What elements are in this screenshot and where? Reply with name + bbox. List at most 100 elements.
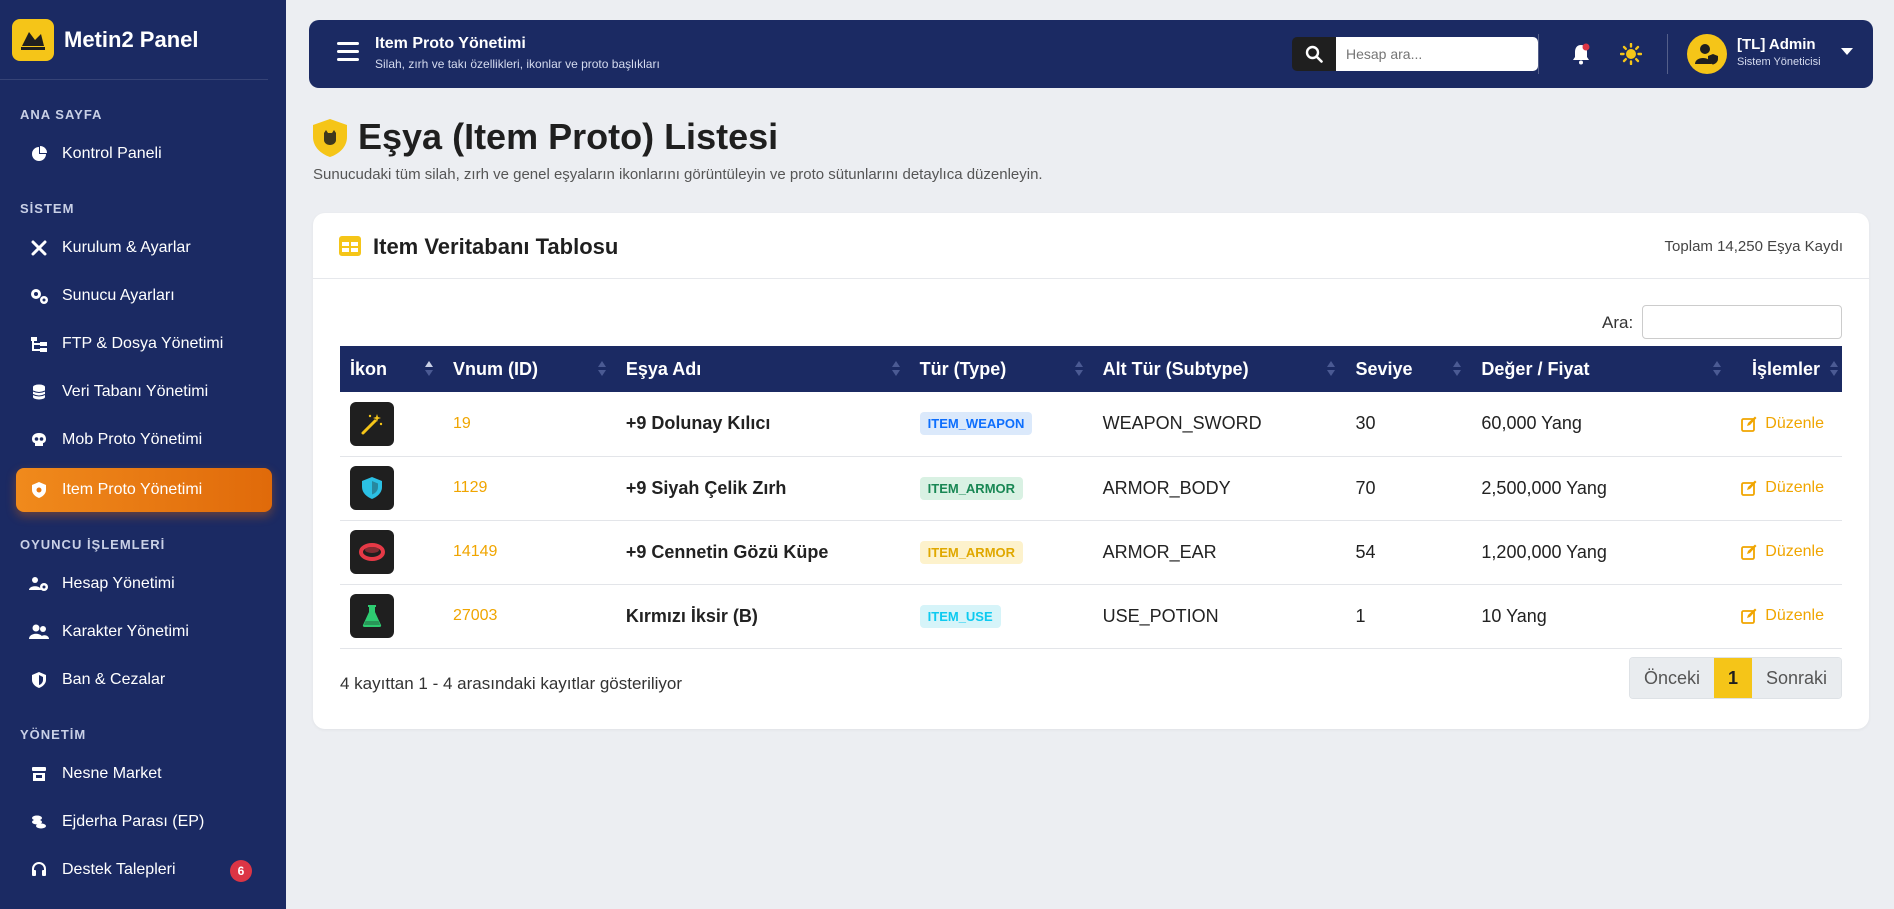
pagination-prev-button[interactable]: Önceki: [1629, 658, 1714, 698]
table-filter-input[interactable]: [1642, 305, 1842, 339]
user-avatar-icon[interactable]: [1687, 34, 1727, 74]
topbar-title: Item Proto Yönetimi: [375, 35, 526, 52]
store-icon: [28, 763, 50, 785]
item-icon-cell: [340, 520, 443, 585]
item-icon-cell: [340, 456, 443, 521]
pagination-next-button[interactable]: Sonraki: [1751, 658, 1841, 698]
item-level: 54: [1345, 520, 1472, 585]
sidebar: Metin2 Panel ANA SAYFA Kontrol Paneli Sİ…: [0, 0, 286, 909]
search-input[interactable]: [1336, 37, 1538, 71]
sidebar-item-accounts[interactable]: Hesap Yönetimi: [16, 562, 272, 606]
column-header-price[interactable]: Değer / Fiyat: [1471, 346, 1732, 392]
sidebar-item-item-shop[interactable]: Nesne Market: [16, 752, 272, 796]
brand-logo-icon: [12, 18, 54, 61]
sort-icon: [1327, 361, 1336, 377]
sidebar-item-item-proto[interactable]: Item Proto Yönetimi: [16, 468, 272, 512]
sidebar-item-database[interactable]: Veri Tabanı Yönetimi: [16, 370, 272, 414]
item-actions-cell: Düzenle: [1731, 392, 1842, 457]
pagination-page-1[interactable]: 1: [1713, 658, 1752, 698]
sidebar-item-label: Veri Tabanı Yönetimi: [62, 383, 209, 400]
chart-pie-icon: [28, 143, 50, 165]
sidebar-item-mob-proto[interactable]: Mob Proto Yönetimi: [16, 418, 272, 462]
sidebar-item-label: Ban & Cezalar: [62, 671, 166, 688]
sidebar-item-characters[interactable]: Karakter Yönetimi: [16, 610, 272, 654]
nav-section-system: SİSTEM: [20, 201, 75, 216]
column-header-type[interactable]: Tür (Type): [909, 346, 1093, 392]
page-title: Eşya (Item Proto) Listesi: [358, 116, 779, 157]
sidebar-item-label: Ejderha Parası (EP): [62, 813, 205, 830]
sidebar-item-label: Karakter Yönetimi: [62, 623, 189, 640]
edit-item-button[interactable]: Düzenle: [1741, 479, 1842, 497]
item-type-badge: ITEM_WEAPON: [919, 412, 1033, 436]
menu-toggle-icon[interactable]: [337, 42, 359, 62]
column-header-actions[interactable]: İşlemler: [1731, 346, 1842, 392]
sidebar-item-ftp[interactable]: FTP & Dosya Yönetimi: [16, 322, 272, 366]
edit-icon: [1741, 416, 1757, 432]
topbar: Item Proto Yönetimi Silah, zırh ve takı …: [309, 20, 1873, 88]
headset-icon: [28, 859, 50, 881]
shield-icon: [350, 466, 394, 510]
sort-icon: [1830, 361, 1838, 377]
item-actions-cell: Düzenle: [1731, 456, 1842, 521]
item-name: Kırmızı İksir (B): [615, 584, 910, 649]
user-menu-chevron-down-icon[interactable]: [1841, 48, 1853, 55]
sort-icon: [1453, 361, 1462, 377]
edit-item-button[interactable]: Düzenle: [1741, 543, 1842, 561]
support-badge: 6: [230, 860, 252, 882]
sort-icon: [597, 361, 606, 377]
sort-icon: [424, 361, 433, 377]
item-type-cell: ITEM_WEAPON: [909, 392, 1093, 457]
column-header-level[interactable]: Seviye: [1345, 346, 1472, 392]
column-header-name[interactable]: Eşya Adı: [615, 346, 910, 392]
topbar-subtitle: Silah, zırh ve takı özellikleri, ikonlar…: [375, 57, 660, 71]
item-subtype: USE_POTION: [1092, 584, 1346, 649]
table-filter-label: Ara:: [1602, 313, 1634, 332]
page-description: Sunucudaki tüm silah, zırh ve genel eşya…: [313, 166, 1043, 183]
sidebar-item-label: Mob Proto Yönetimi: [62, 431, 203, 448]
tools-icon: [28, 237, 50, 259]
item-name: +9 Cennetin Gözü Küpe: [615, 520, 910, 585]
item-level: 70: [1345, 456, 1472, 521]
item-type-cell: ITEM_ARMOR: [909, 456, 1093, 521]
sidebar-item-setup[interactable]: Kurulum & Ayarlar: [16, 226, 272, 270]
notification-bell-icon[interactable]: [1569, 42, 1593, 66]
item-price: 10 Yang: [1471, 584, 1732, 649]
item-type-cell: ITEM_USE: [909, 584, 1093, 649]
column-header-icon[interactable]: İkon: [340, 346, 443, 392]
sidebar-item-server-settings[interactable]: Sunucu Ayarları: [16, 274, 272, 318]
sort-icon: [891, 361, 900, 377]
column-header-subtype[interactable]: Alt Tür (Subtype): [1092, 346, 1346, 392]
item-subtype: WEAPON_SWORD: [1092, 392, 1346, 457]
brand[interactable]: Metin2 Panel: [0, 0, 268, 80]
table-header-row: İkon Vnum (ID) Eşya Adı Tür (Type) Alt T…: [340, 346, 1842, 392]
search-icon[interactable]: [1292, 37, 1336, 71]
table-row: 19 +9 Dolunay Kılıcı ITEM_WEAPON WEAPON_…: [340, 392, 1842, 457]
total-record-count: Toplam 14,250 Eşya Kaydı: [1664, 238, 1843, 255]
sidebar-item-dragon-coins[interactable]: Ejderha Parası (EP): [16, 800, 272, 844]
user-name[interactable]: [TL] Admin: [1737, 36, 1816, 53]
item-vnum: 1129: [442, 456, 616, 521]
column-header-vnum[interactable]: Vnum (ID): [442, 346, 616, 392]
item-level: 1: [1345, 584, 1472, 649]
theme-sun-icon[interactable]: [1619, 42, 1643, 66]
sidebar-item-support[interactable]: Destek Talepleri 6: [16, 848, 272, 892]
magic-wand-icon: [350, 401, 394, 446]
sidebar-item-label: Nesne Market: [62, 765, 162, 782]
card-title: Item Veritabanı Tablosu: [373, 234, 619, 259]
sidebar-item-bans[interactable]: Ban & Cezalar: [16, 658, 272, 702]
item-price: 60,000 Yang: [1471, 392, 1732, 457]
item-type-badge: ITEM_ARMOR: [919, 476, 1024, 500]
sidebar-item-label: Sunucu Ayarları: [62, 287, 175, 304]
edit-item-button[interactable]: Düzenle: [1741, 415, 1842, 433]
item-vnum: 19: [442, 392, 616, 457]
skull-icon: [28, 429, 50, 451]
nav-section-home: ANA SAYFA: [20, 107, 103, 122]
sidebar-item-label: Hesap Yönetimi: [62, 575, 175, 592]
item-name: +9 Dolunay Kılıcı: [615, 392, 910, 457]
edit-item-button[interactable]: Düzenle: [1741, 607, 1842, 625]
sidebar-item-label: Destek Talepleri: [62, 861, 176, 878]
sidebar-item-label: Item Proto Yönetimi: [62, 481, 203, 498]
sidebar-item-dashboard[interactable]: Kontrol Paneli: [16, 132, 272, 176]
user-role: Sistem Yöneticisi: [1737, 56, 1821, 68]
account-search: [1292, 37, 1538, 71]
